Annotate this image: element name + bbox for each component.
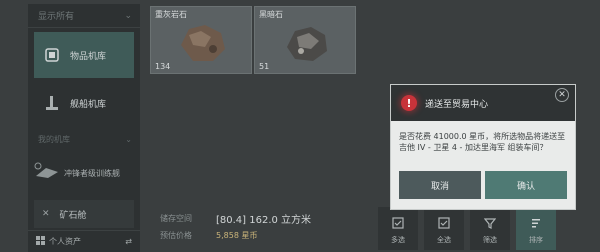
close-icon: ✕ [42,209,50,219]
delivery-dialog: ! 递送至贸易中心 ✕ 是否花费 41000.0 星币，将所选物品将递送至吉他 … [390,84,576,210]
my-hangar-section[interactable]: 我的机库 ⌄ [28,128,140,150]
button-label: 排序 [529,236,543,244]
ore-hold-label: 矿石舱 [59,210,87,221]
filter-icon [483,217,497,231]
item-card[interactable]: 重灰岩石 134 [150,6,252,74]
filter-label: 显示所有 [38,12,75,22]
sidebar: 显示所有 ⌄ 物品机库 舰船机库 我的机库 ⌄ 冲锋者级训练舰 ✕ 矿石舱 个人… [28,4,140,252]
ore-rock-icon [287,27,327,61]
ship-thumbnail-icon [34,162,60,184]
sort-button[interactable]: 排序 [516,207,556,250]
storage-value: [80.4] 162.0 立方米 [216,215,312,226]
confirm-button[interactable]: 确认 [485,171,567,199]
ship-name: 冲锋者级训练舰 [64,168,120,178]
personal-assets[interactable]: 个人资产 ⇄ [28,230,140,252]
sidebar-item-ship-hangar[interactable]: 舰船机库 [28,78,140,128]
ore-rock-icon [181,25,225,61]
storage-label: 储存空间 [160,214,192,223]
chevron-down-icon: ⌄ [125,134,132,144]
section-label: 我的机库 [38,134,70,144]
button-label: 筛选 [483,236,497,244]
item-card[interactable]: 黑暗石 51 [254,6,356,74]
ship-entry[interactable]: 冲锋者级训练舰 [28,150,140,196]
sidebar-item-item-hangar[interactable]: 物品机库 [34,32,134,78]
personal-assets-label: 个人资产 [49,237,81,246]
button-label: 多选 [391,236,405,244]
item-name: 重灰岩石 [155,10,187,19]
dialog-message: 是否花费 41000.0 星币，将所选物品将递送至吉他 IV - 卫星 4 - … [399,132,566,152]
price-label: 预估价格 [160,231,192,240]
select-all-button[interactable]: 全选 [424,207,464,250]
item-quantity: 134 [155,62,171,71]
swap-icon: ⇄ [125,237,132,246]
button-label: 全选 [437,236,451,244]
sidebar-item-label: 物品机库 [70,51,107,62]
sort-icon [530,217,542,231]
ore-hold[interactable]: ✕ 矿石舱 [34,200,134,228]
cancel-button[interactable]: 取消 [399,171,481,199]
checkbox-icon [392,217,404,231]
grid-icon [36,236,45,247]
close-icon[interactable]: ✕ [555,88,569,102]
filter-dropdown[interactable]: 显示所有 ⌄ [28,4,140,28]
sidebar-item-label: 舰船机库 [70,99,107,110]
ship-icon [42,93,62,113]
checkbox-icon [438,217,450,231]
item-name: 黑暗石 [259,10,283,19]
multi-select-button[interactable]: 多选 [378,207,418,250]
warning-icon: ! [401,95,417,111]
dialog-header: ! 递送至贸易中心 ✕ [391,85,575,121]
price-value: 5,858 星币 [216,231,258,240]
chevron-down-icon: ⌄ [124,10,132,21]
filter-button[interactable]: 筛选 [470,207,510,250]
cube-icon [42,45,62,65]
item-quantity: 51 [259,62,270,71]
dialog-title: 递送至贸易中心 [425,99,489,110]
